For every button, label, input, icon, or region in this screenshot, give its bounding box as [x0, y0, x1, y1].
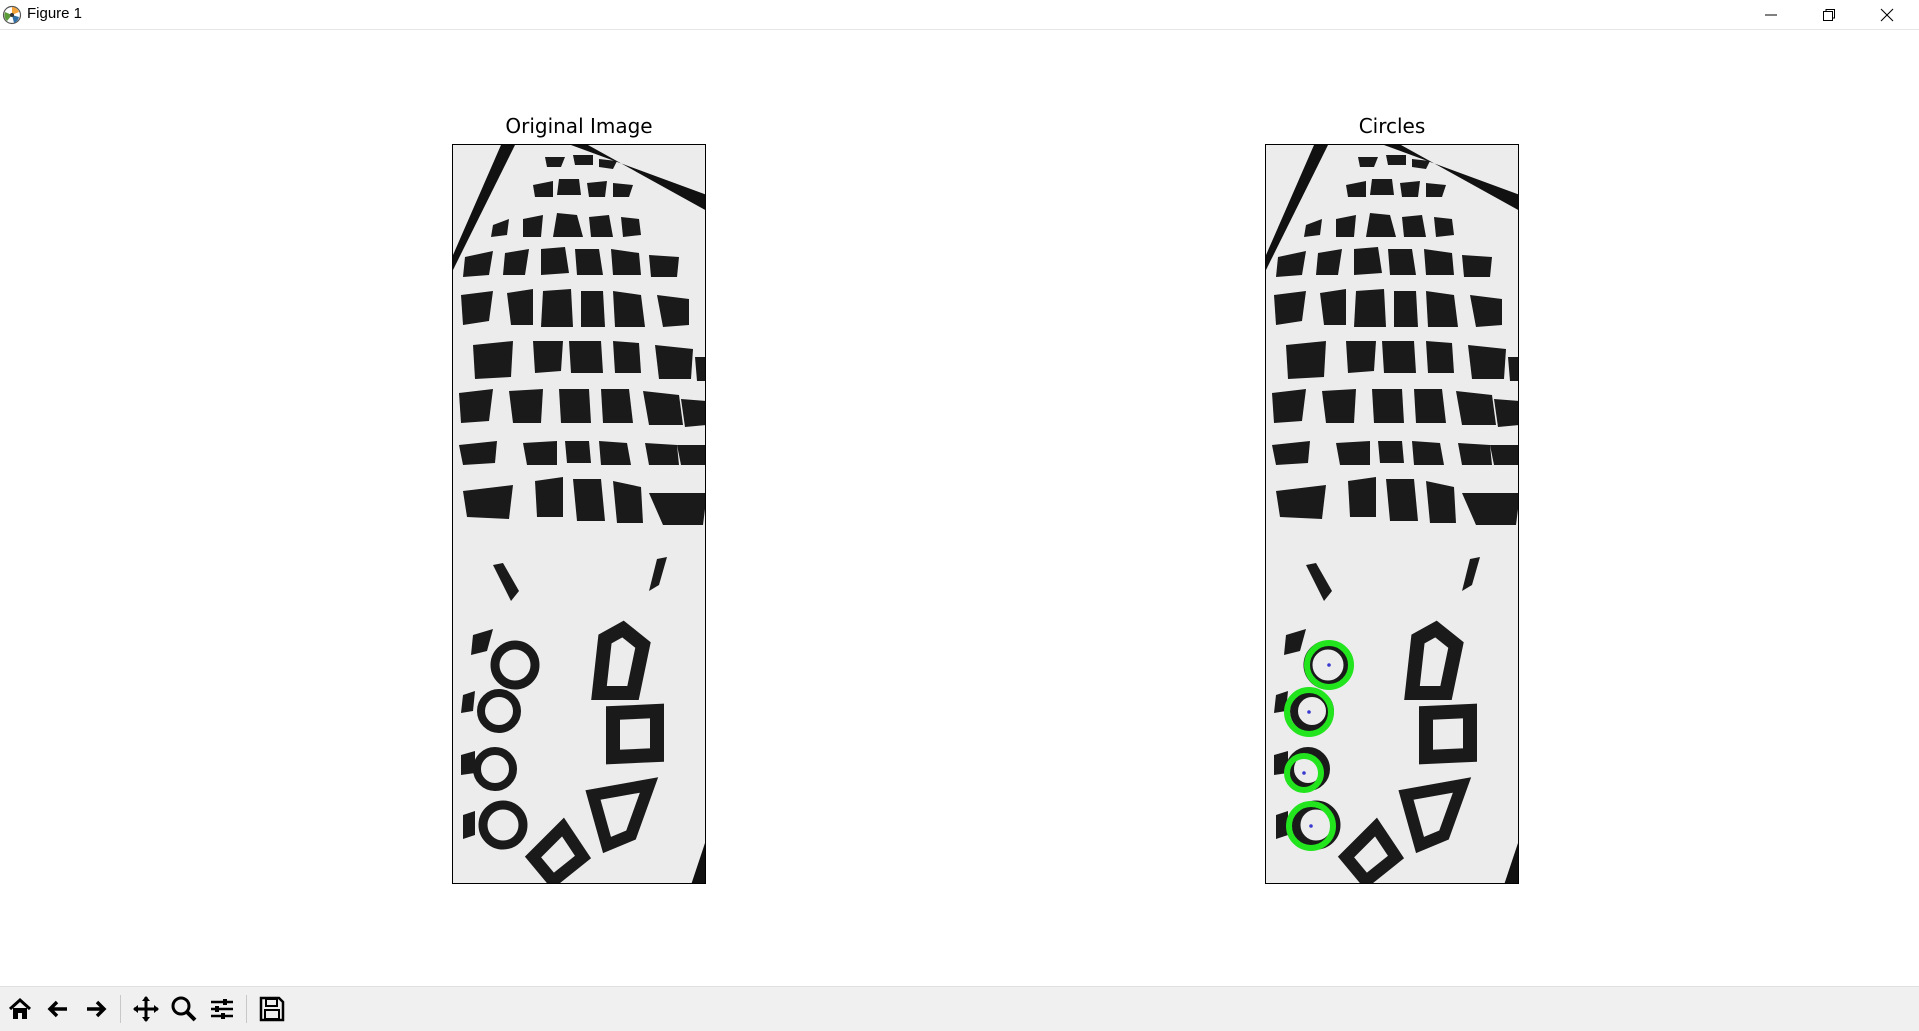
configure-subplots-icon [211, 999, 233, 1019]
navigation-toolbar [0, 986, 1919, 1031]
zoom-icon [171, 996, 197, 1022]
toolbar-separator [120, 995, 121, 1023]
shoe-print-circles-image [1266, 145, 1518, 883]
back-arrow-icon [47, 1000, 67, 1018]
minimize-icon [1765, 14, 1777, 15]
subplot-title-circles: Circles [1358, 114, 1426, 138]
circles-axes[interactable] [1265, 144, 1519, 884]
window-titlebar: Figure 1 [0, 0, 1919, 30]
home-button[interactable] [4, 993, 36, 1025]
shoe-print-image [453, 145, 705, 883]
restore-button[interactable] [1800, 0, 1858, 29]
window-title: Figure 1 [27, 5, 83, 22]
close-button[interactable] [1858, 0, 1916, 29]
restore-icon [1823, 8, 1835, 21]
figure-canvas[interactable]: Original Image Circles [0, 30, 1919, 986]
original-image-axes[interactable] [452, 144, 706, 884]
toolbar-separator [246, 995, 247, 1023]
pan-button[interactable] [130, 993, 162, 1025]
forward-arrow-icon [87, 1000, 107, 1018]
minimize-button[interactable] [1742, 0, 1800, 29]
configure-subplots-button[interactable] [206, 993, 238, 1025]
save-icon [259, 996, 285, 1022]
matplotlib-app-icon [2, 5, 22, 25]
home-icon [8, 997, 32, 1019]
zoom-button[interactable] [168, 993, 200, 1025]
subplot-title-original: Original Image [505, 114, 653, 138]
pan-icon [133, 996, 159, 1022]
back-button[interactable] [42, 993, 74, 1025]
close-icon [1880, 8, 1894, 21]
save-button[interactable] [256, 993, 288, 1025]
forward-button[interactable] [80, 993, 112, 1025]
